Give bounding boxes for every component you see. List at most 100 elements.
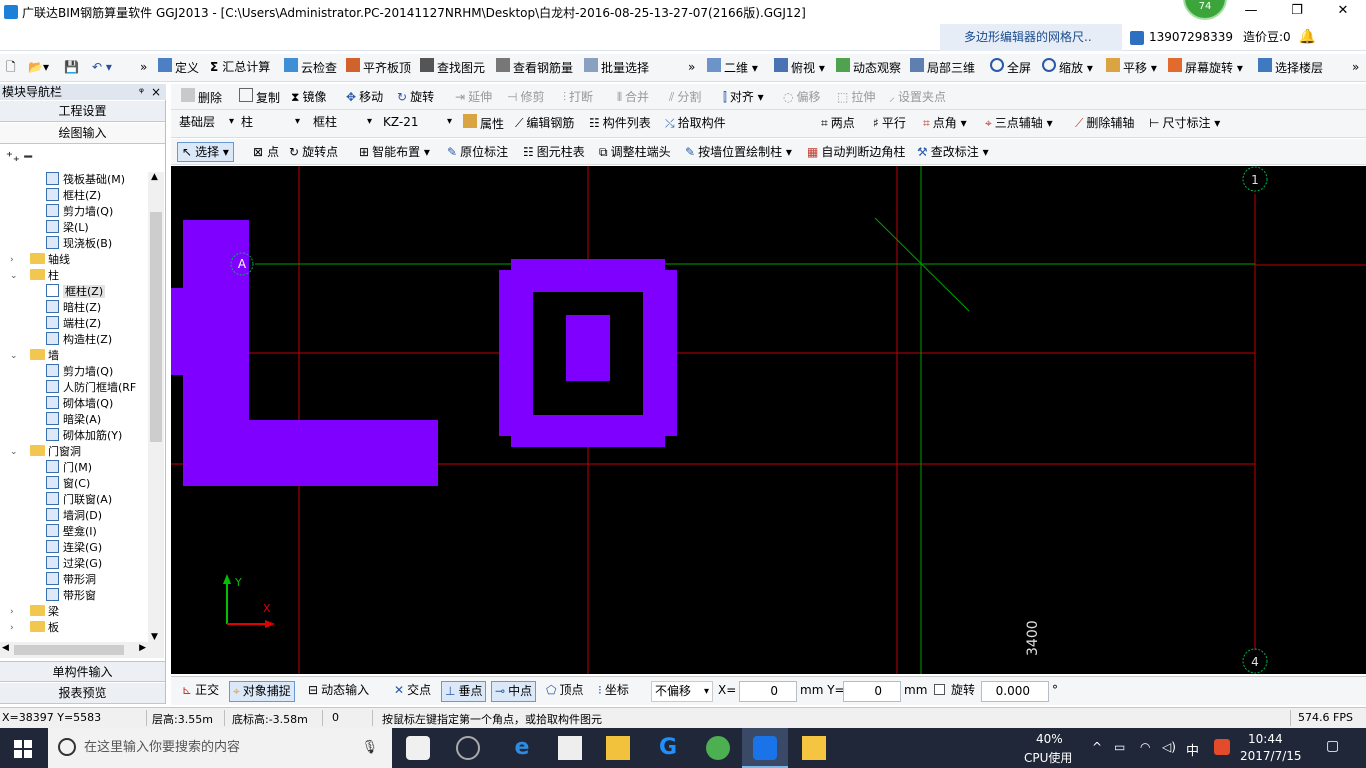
set-grip-button[interactable]: ⸝ 设置夹点 xyxy=(889,88,946,106)
tree-item[interactable]: 筏板基础(M) xyxy=(46,172,125,188)
hint-link[interactable]: 多边形编辑器的网格尺.. xyxy=(940,24,1122,51)
tray-app-icon[interactable]: ▭ xyxy=(1114,740,1125,754)
parallel-axis-button[interactable]: ♯ 平行 xyxy=(873,114,906,132)
column-table-button[interactable]: ☷ 图元柱表 xyxy=(523,143,585,161)
store-icon[interactable] xyxy=(558,736,582,760)
x-offset-input[interactable]: 0 xyxy=(739,681,797,702)
midpoint-snap[interactable]: ⊸ 中点 xyxy=(491,681,537,702)
top-view-dropdown[interactable]: 俯视 ▾ xyxy=(774,58,825,76)
tree-horizontal-scrollbar[interactable]: ◀ ▶ xyxy=(0,642,164,658)
windows-start-icon[interactable] xyxy=(14,740,32,758)
rotate-angle-input[interactable]: 0.000 xyxy=(981,681,1049,702)
dimension-dropdown[interactable]: ⊢ 尺寸标注 ▾ xyxy=(1149,114,1220,132)
tree-item[interactable]: 框柱(Z) xyxy=(46,188,101,204)
tree-folder[interactable]: › 梁 xyxy=(10,604,59,620)
delete-axis-button[interactable]: ⟋ 删除辅轴 xyxy=(1075,114,1134,132)
ime-indicator[interactable]: 中 xyxy=(1186,740,1199,759)
delete-button[interactable]: 删除 xyxy=(181,88,222,106)
dynamic-view-button[interactable]: 动态观察 xyxy=(836,58,901,76)
minimize-button[interactable]: — xyxy=(1228,0,1274,24)
summary-calc-button[interactable]: Σ 汇总计算 xyxy=(210,58,270,76)
undo-icon[interactable]: ↶ ▾ xyxy=(92,58,112,76)
align-dropdown[interactable]: ⫿ 对齐 ▾ xyxy=(723,88,764,106)
network-icon[interactable]: ◠ xyxy=(1140,740,1150,754)
vertex-snap[interactable]: ⬠ 顶点 xyxy=(543,681,586,702)
tree-item[interactable]: 带形窗 xyxy=(46,588,96,604)
perpendicular-snap[interactable]: ⊥ 垂点 xyxy=(441,681,487,702)
tree-folder[interactable]: ⌄ 柱 xyxy=(10,268,59,284)
tab-project-settings[interactable]: 工程设置 xyxy=(0,101,165,122)
check-annotation-dropdown[interactable]: ⚒ 查改标注 ▾ xyxy=(917,143,989,161)
category-select[interactable]: 柱 xyxy=(237,113,303,133)
tree-folder[interactable]: ⌄ 墙 xyxy=(10,348,59,364)
sogou-icon[interactable] xyxy=(1214,739,1230,755)
screen-rotate-dropdown[interactable]: 屏幕旋转 ▾ xyxy=(1168,58,1243,76)
tree-item[interactable]: 人防门框墙(RF xyxy=(46,380,136,396)
tree-item[interactable]: 门(M) xyxy=(46,460,92,476)
trim-button[interactable]: ⊣ 修剪 xyxy=(507,88,544,106)
y-offset-input[interactable]: 0 xyxy=(843,681,901,702)
local-3d-button[interactable]: 局部三维 xyxy=(910,58,975,76)
collapse-arrow-icon[interactable]: ⌄ xyxy=(10,444,20,460)
tray-chevron-icon[interactable]: ^ xyxy=(1092,740,1102,754)
pan-dropdown[interactable]: 平移 ▾ xyxy=(1106,58,1157,76)
tab-single-component[interactable]: 单构件输入 xyxy=(0,661,165,682)
scroll-down-icon[interactable]: ▼ xyxy=(151,632,158,642)
find-element-button[interactable]: 查找图元 xyxy=(420,58,485,76)
tree-item[interactable]: 暗柱(Z) xyxy=(46,300,101,316)
expand-arrow-icon[interactable]: › xyxy=(10,604,20,620)
offset-button[interactable]: ◌ 偏移 xyxy=(783,88,821,106)
browser-swirl-icon[interactable] xyxy=(456,736,480,760)
split-button[interactable]: ⫽ 分割 xyxy=(669,88,701,106)
tree-vertical-scrollbar[interactable]: ▲ ▼ xyxy=(148,172,164,642)
taskbar-search-box[interactable]: 在这里输入你要搜索的内容 🎙 xyxy=(48,728,392,768)
more-chevron-icon[interactable]: » xyxy=(1352,58,1359,76)
tree-item[interactable]: 端柱(Z) xyxy=(46,316,101,332)
notification-icon[interactable]: ▢ xyxy=(1326,738,1339,754)
component-list-button[interactable]: ☷ 构件列表 xyxy=(589,114,651,132)
new-file-icon[interactable]: 🗋 xyxy=(6,58,16,76)
tree-item[interactable]: 砌体加筋(Y) xyxy=(46,428,122,444)
object-snap-toggle[interactable]: ⌖ 对象捕捉 xyxy=(229,681,295,702)
open-file-icon[interactable]: 📂▾ xyxy=(28,58,49,76)
glodon-app-icon[interactable]: G xyxy=(656,736,680,760)
rotate-checkbox[interactable]: 旋转 xyxy=(931,681,978,702)
tree-item[interactable]: 壁龛(I) xyxy=(46,524,97,540)
scroll-right-icon[interactable]: ▶ xyxy=(139,643,146,653)
tab-drawing-input[interactable]: 绘图输入 xyxy=(0,123,165,144)
stretch-button[interactable]: ⬚ 拉伸 xyxy=(837,88,875,106)
edge-icon[interactable]: e xyxy=(510,736,534,760)
edit-rebar-button[interactable]: ⟋ 编辑钢筋 xyxy=(515,114,574,132)
more-chevron-icon[interactable]: » xyxy=(140,58,147,76)
file-explorer-icon[interactable] xyxy=(606,736,630,760)
tab-report-preview[interactable]: 报表预览 xyxy=(0,683,165,704)
merge-button[interactable]: ⫴ 合并 xyxy=(617,88,649,106)
tree-item[interactable]: 暗梁(A) xyxy=(46,412,101,428)
tree-folder[interactable]: › 轴线 xyxy=(10,252,70,268)
tree-item[interactable]: 墙洞(D) xyxy=(46,508,102,524)
copy-button[interactable]: 复制 xyxy=(239,88,280,106)
tree-item[interactable]: 窗(C) xyxy=(46,476,90,492)
scroll-left-icon[interactable]: ◀ xyxy=(2,643,9,653)
tree-item[interactable]: 剪力墙(Q) xyxy=(46,364,113,380)
tree-item[interactable]: 构造柱(Z) xyxy=(46,332,112,348)
drawing-svg[interactable]: A 1 4 3400 Y X xyxy=(171,166,1366,674)
bell-icon[interactable]: 🔔 xyxy=(1299,24,1316,51)
rotate-point-button[interactable]: ↻ 旋转点 xyxy=(289,143,338,161)
point-angle-dropdown[interactable]: ⌗ 点角 ▾ xyxy=(923,114,967,132)
three-point-axis-dropdown[interactable]: ⌖ 三点辅轴 ▾ xyxy=(985,114,1053,132)
tree-item[interactable]: 砌体墙(Q) xyxy=(46,396,113,412)
batch-select-button[interactable]: 批量选择 xyxy=(584,58,649,76)
inplace-annotation-button[interactable]: ✎ 原位标注 xyxy=(447,143,508,161)
expand-arrow-icon[interactable]: › xyxy=(10,620,20,636)
clock-time[interactable]: 10:44 xyxy=(1248,732,1283,746)
scroll-up-icon[interactable]: ▲ xyxy=(151,172,158,182)
intersection-snap[interactable]: ✕ 交点 xyxy=(391,681,434,702)
volume-icon[interactable]: ◁) xyxy=(1162,740,1176,754)
tree-item[interactable]: 门联窗(A) xyxy=(46,492,112,508)
offset-mode-select[interactable]: 不偏移 ▾ xyxy=(651,681,713,702)
fullscreen-button[interactable]: 全屏 xyxy=(990,58,1031,76)
close-button[interactable]: ✕ xyxy=(1320,0,1366,24)
microphone-icon[interactable]: 🎙 xyxy=(361,728,378,768)
floor-select[interactable]: 基础层 xyxy=(175,113,237,133)
